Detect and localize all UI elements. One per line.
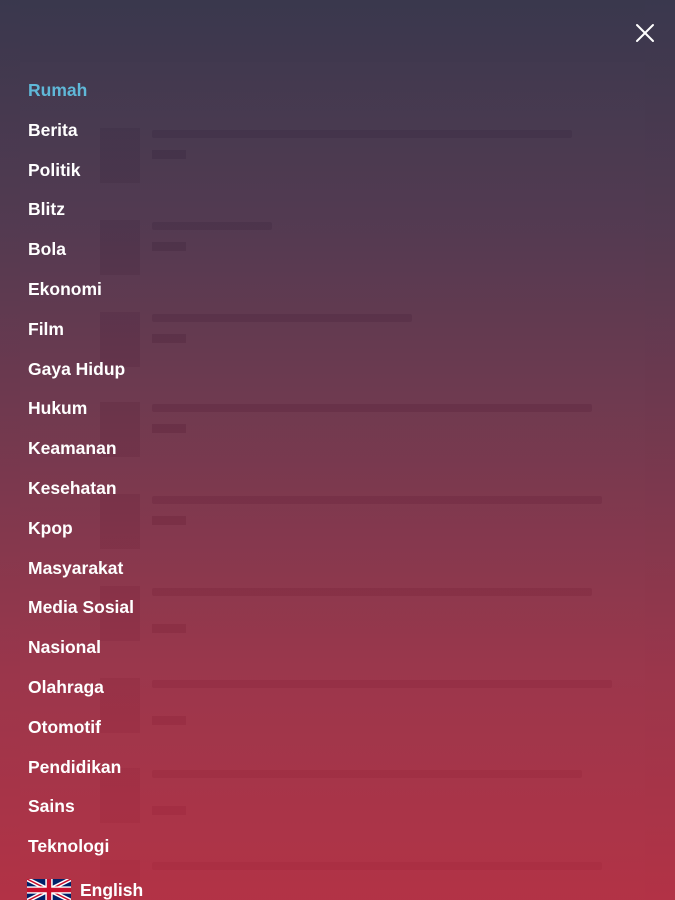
menu-item-masyarakat[interactable]: Masyarakat [28,554,134,594]
language-label: English [80,879,144,900]
menu-item-film[interactable]: Film [28,315,134,355]
close-button[interactable] [628,16,662,50]
uk-flag-icon [27,879,71,900]
menu-item-nasional[interactable]: Nasional [28,633,134,673]
menu-item-media-sosial[interactable]: Media Sosial [28,593,134,633]
menu-item-otomotif[interactable]: Otomotif [28,713,134,753]
menu-item-blitz[interactable]: Blitz [28,195,134,235]
menu-item-olahraga[interactable]: Olahraga [28,673,134,713]
menu-item-keamanan[interactable]: Keamanan [28,434,134,474]
menu-item-hukum[interactable]: Hukum [28,394,134,434]
menu-item-kesehatan[interactable]: Kesehatan [28,474,134,514]
menu-item-sains[interactable]: Sains [28,792,134,832]
menu-item-pendidikan[interactable]: Pendidikan [28,753,134,793]
language-switch[interactable]: English [27,878,143,900]
menu-item-bola[interactable]: Bola [28,235,134,275]
menu-item-kpop[interactable]: Kpop [28,514,134,554]
navigation-menu: Rumah Berita Politik Blitz Bola Ekonomi Film Ga… [28,76,134,872]
menu-item-ekonomi[interactable]: Ekonomi [28,275,134,315]
app-screen: Rumah Berita Politik Blitz Bola Ekonomi Film Ga… [0,0,675,900]
menu-item-rumah[interactable]: Rumah [28,76,134,116]
close-icon [636,24,654,42]
menu-item-gaya-hidup[interactable]: Gaya Hidup [28,355,134,395]
menu-item-berita[interactable]: Berita [28,116,134,156]
menu-item-politik[interactable]: Politik [28,156,134,196]
menu-item-teknologi[interactable]: Teknologi [28,832,134,872]
